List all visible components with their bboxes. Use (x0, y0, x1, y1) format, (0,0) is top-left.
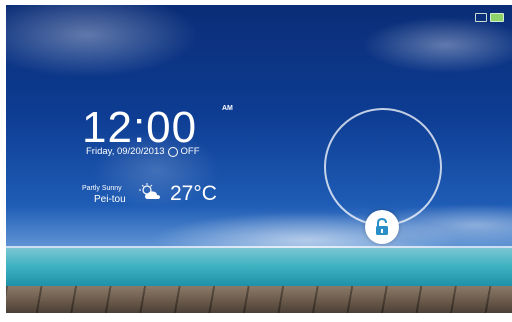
unlock-icon (376, 218, 388, 235)
unlock-button[interactable] (365, 210, 399, 244)
wooden-deck (6, 286, 512, 313)
partly-sunny-icon (139, 183, 160, 199)
battery-icon (490, 13, 504, 22)
lockscreen: 12:00 AM Friday, 09/20/2013 OFF Partly S… (6, 5, 512, 313)
date-text: Friday, 09/20/2013 (86, 146, 165, 157)
alarm-status: OFF (180, 146, 200, 157)
status-bar (475, 13, 504, 22)
date-alarm-row: Friday, 09/20/2013 OFF (86, 146, 200, 157)
sea-background (6, 248, 512, 288)
alarm-icon (167, 146, 178, 157)
weather-city: Pei-tou (94, 194, 126, 205)
wifi-icon (475, 13, 487, 22)
weather-temperature: 27°C (170, 182, 217, 205)
clock-ampm: AM (222, 105, 233, 112)
weather-condition: Partly Sunny (82, 185, 122, 192)
unlock-ring (324, 108, 442, 226)
